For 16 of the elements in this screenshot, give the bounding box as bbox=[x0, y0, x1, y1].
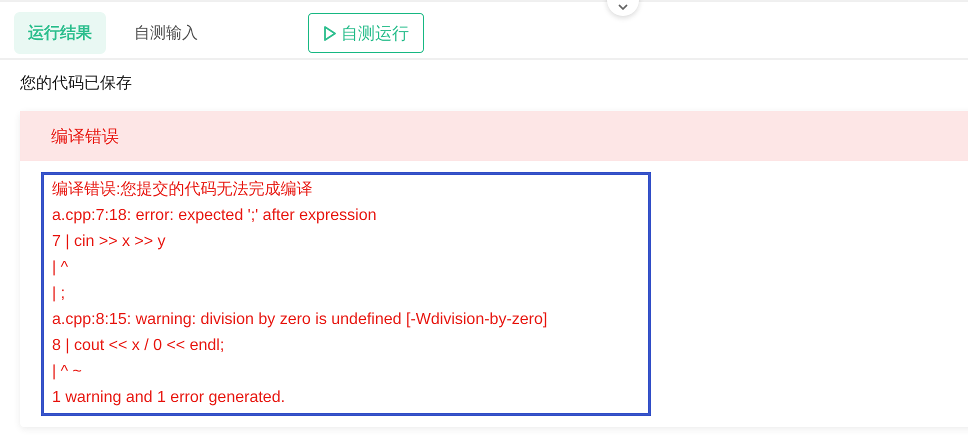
result-title: 编译错误 bbox=[51, 126, 119, 148]
output-line: 编译错误:您提交的代码无法完成编译 bbox=[52, 180, 314, 200]
output-line: a.cpp:7:18: error: expected ';' after expression bbox=[52, 206, 378, 226]
output-line: 8 | cout << x / 0 << endl; bbox=[52, 336, 226, 356]
save-status: 您的代码已保存 bbox=[19, 74, 133, 94]
tab[interactable]: 自测输入 bbox=[120, 12, 212, 54]
output-line: 7 | cin >> x >> y bbox=[52, 232, 167, 252]
run-button[interactable]: 自测运行 bbox=[308, 13, 424, 53]
output-line: 1 warning and 1 error generated. bbox=[52, 388, 286, 408]
tab[interactable]: 运行结果 bbox=[14, 12, 106, 54]
output-line: | ^ bbox=[52, 258, 70, 278]
output-line: a.cpp:8:15: warning: division by zero is undefined [-Wdivision-by-zero] bbox=[52, 310, 548, 330]
play-icon bbox=[323, 24, 337, 42]
output-line: | ; bbox=[52, 284, 66, 304]
chevron-icon bbox=[618, 4, 628, 10]
output-line: | ^ ~ bbox=[52, 362, 83, 382]
